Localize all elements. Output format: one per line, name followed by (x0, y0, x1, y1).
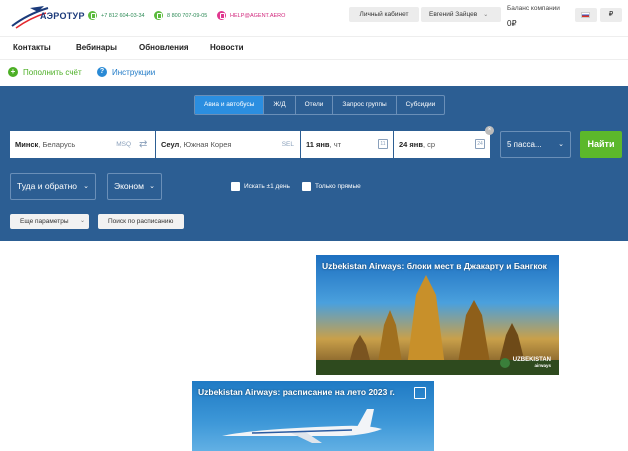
checkbox-box[interactable] (302, 182, 311, 191)
chevron-down-icon: ⌄ (149, 183, 155, 190)
top-up-link[interactable]: + Пополнить счёт (8, 67, 82, 77)
to-city: Сеул (161, 140, 180, 149)
airline-logo-icon (499, 358, 510, 368)
email-address: HELP@AGENT.AERO (230, 12, 286, 19)
airline-badge: UZBEKISTAN airways (499, 357, 551, 369)
nav-contacts[interactable]: Контакты (13, 43, 51, 52)
phone-number-1: +7 812 604-03-34 (101, 12, 145, 19)
flex-dates-checkbox[interactable]: Искать ±1 день (231, 182, 290, 191)
instructions-label: Инструкции (112, 67, 156, 77)
schedule-search-button[interactable]: Поиск по расписанию (98, 214, 184, 229)
phone-icon (154, 11, 163, 20)
to-code: SEL (281, 141, 294, 148)
tab-group-request[interactable]: Запрос группы (333, 96, 397, 114)
logo-text: АЭРОТУР (40, 11, 85, 21)
phone-icon (88, 11, 97, 20)
help-icon: ? (97, 67, 107, 77)
cabinet-button[interactable]: Личный кабинет (349, 7, 419, 22)
flex-dates-label: Искать ±1 день (244, 183, 290, 190)
more-params-button[interactable]: Еще параметры ⌄ (10, 214, 89, 229)
chevron-down-icon: ⌄ (558, 141, 564, 148)
date-to: 24 янв (399, 140, 423, 149)
from-code: MSQ (116, 141, 131, 148)
date-from-field[interactable]: 11 янв, чт 11 (301, 131, 393, 158)
tab-avia[interactable]: Авиа и автобусы (195, 96, 265, 114)
date-from: 11 янв (306, 140, 330, 149)
more-params-label: Еще параметры (20, 218, 69, 225)
user-menu[interactable]: Евгений Зайцев ⌄ (421, 7, 501, 22)
to-country: , Южная Корея (179, 140, 232, 149)
balance-value: 0₽ (507, 19, 517, 28)
trip-type-select[interactable]: Туда и обратно ⌄ (10, 173, 96, 200)
phone-contact-1[interactable]: +7 812 604-03-34 (88, 11, 145, 20)
find-button[interactable]: Найти (580, 131, 622, 158)
date-from-day: , чт (329, 140, 342, 149)
direct-only-label: Только прямые (315, 183, 361, 190)
main-nav: Контакты Вебинары Обновления Новости (0, 36, 628, 60)
tab-hotels[interactable]: Отели (296, 96, 334, 114)
top-up-label: Пополнить счёт (23, 67, 82, 77)
mail-icon (217, 11, 226, 20)
nav-news[interactable]: Новости (210, 43, 244, 52)
chevron-down-icon: ⌄ (483, 12, 489, 18)
trip-type-value: Туда и обратно (17, 181, 78, 191)
banner-2-title: Uzbekistan Airways: расписание на лето 2… (198, 387, 395, 397)
plus-icon: + (8, 67, 18, 77)
from-country: , Беларусь (38, 140, 76, 149)
search-tabs: Авиа и автобусы Ж/Д Отели Запрос группы … (194, 95, 446, 115)
date-to-field[interactable]: 24 янв, ср 24 (394, 131, 490, 158)
nav-webinars[interactable]: Вебинары (76, 43, 117, 52)
clear-date-icon[interactable]: × (485, 126, 494, 135)
currency-selector[interactable]: ₽ (600, 8, 622, 22)
from-city: Минск (15, 140, 39, 149)
checkbox-box[interactable] (231, 182, 240, 191)
to-field[interactable]: Сеул, Южная Корея SEL (156, 131, 300, 158)
chevron-down-icon: ⌄ (79, 218, 85, 224)
language-selector[interactable] (575, 8, 597, 22)
phone-contact-2[interactable]: 8 800 707-09-05 (154, 11, 207, 20)
chevron-down-icon: ⌄ (83, 183, 89, 190)
passengers-value: 5 пасса... (507, 140, 542, 149)
badge-sub: airways (534, 363, 551, 368)
from-field[interactable]: Минск, Беларусь MSQ (10, 131, 155, 158)
user-name: Евгений Зайцев (429, 11, 478, 18)
instructions-link[interactable]: ? Инструкции (97, 67, 155, 77)
top-bar: АЭРОТУР +7 812 604-03-34 8 800 707-09-05… (0, 0, 628, 34)
nav-updates[interactable]: Обновления (139, 43, 189, 52)
cabinet-label: Личный кабинет (359, 11, 409, 18)
promo-banner-2[interactable]: Uzbekistan Airways: расписание на лето 2… (192, 381, 434, 451)
promo-banner-1[interactable]: Uzbekistan Airways: блоки мест в Джакарт… (316, 255, 559, 375)
passengers-select[interactable]: 5 пасса... ⌄ (500, 131, 571, 158)
cabin-class-select[interactable]: Эконом ⌄ (107, 173, 162, 200)
calendar-icon[interactable]: 11 (378, 139, 388, 149)
date-to-day: , ср (422, 140, 436, 149)
direct-only-checkbox[interactable]: Только прямые (302, 182, 361, 191)
russia-flag-icon (581, 12, 590, 18)
tab-subsidies[interactable]: Субсидии (397, 96, 445, 114)
cabin-class-value: Эконом (114, 181, 144, 191)
calendar-icon[interactable]: 24 (475, 139, 485, 149)
calendar-icon (414, 387, 426, 399)
email-contact[interactable]: HELP@AGENT.AERO (217, 11, 285, 20)
search-panel: Авиа и автобусы Ж/Д Отели Запрос группы … (0, 86, 628, 241)
tab-rail[interactable]: Ж/Д (264, 96, 296, 114)
balance-label: Баланс компании (507, 5, 560, 12)
banner-1-title: Uzbekistan Airways: блоки мест в Джакарт… (322, 261, 547, 271)
phone-number-2: 8 800 707-09-05 (167, 12, 208, 19)
swap-icon[interactable]: ⇄ (139, 139, 147, 150)
page: АЭРОТУР +7 812 604-03-34 8 800 707-09-05… (0, 0, 628, 451)
